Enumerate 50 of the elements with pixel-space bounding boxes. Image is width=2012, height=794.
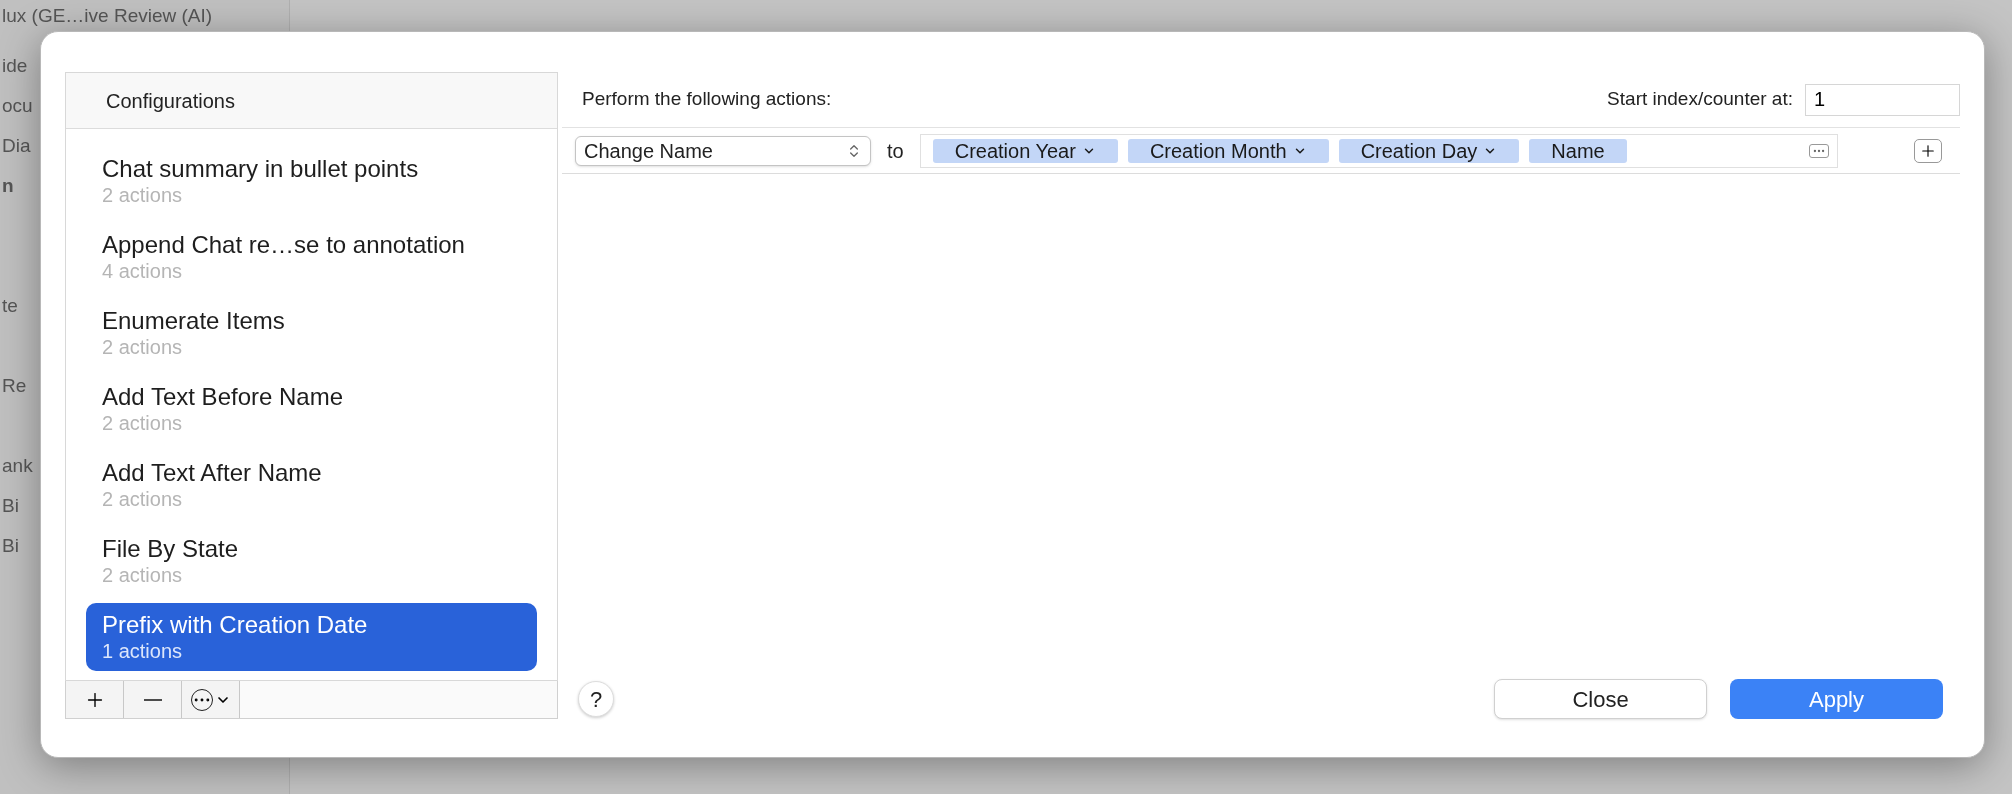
- sidebar-item-text: Re: [2, 374, 27, 398]
- configuration-item[interactable]: Append Chat re…se to annotation 4 actions: [86, 223, 537, 291]
- add-button[interactable]: [66, 681, 124, 718]
- sidebar-item-text: Bi: [2, 494, 19, 518]
- configuration-item[interactable]: Chat summary in bullet points 2 actions: [86, 147, 537, 215]
- actions-header: Perform the following actions:: [582, 87, 832, 112]
- start-index-label: Start index/counter at:: [1607, 87, 1793, 112]
- token[interactable]: Creation Year: [932, 138, 1118, 163]
- configuration-item[interactable]: File By State 2 actions: [86, 527, 537, 595]
- sidebar-item-text: n: [2, 174, 14, 198]
- sidebar-item-text: ocu: [2, 94, 33, 118]
- token[interactable]: Name: [1529, 138, 1627, 163]
- configuration-item[interactable]: Add Text After Name 2 actions: [86, 451, 537, 519]
- action-count: 2 actions: [102, 563, 184, 587]
- minus-icon: [143, 698, 162, 701]
- configuration-title: Chat summary in bullet points: [102, 155, 420, 183]
- action-count: 4 actions: [102, 259, 184, 283]
- help-button[interactable]: ?: [578, 681, 614, 717]
- sidebar-item-text: ank: [2, 454, 33, 478]
- sidebar-item-text: te: [2, 294, 18, 318]
- close-button[interactable]: Close: [1494, 679, 1707, 719]
- token[interactable]: Creation Day: [1338, 138, 1520, 163]
- action-count: 2 actions: [102, 411, 184, 435]
- configuration-title: Add Text After Name: [102, 459, 323, 487]
- sidebar-item-text: Dia: [2, 134, 31, 158]
- configuration-title: Append Chat re…se to annotation: [102, 231, 466, 259]
- sidebar-item-text: lux (GE…ive Review (AI): [2, 4, 213, 28]
- connector-text: to: [887, 138, 904, 164]
- sidebar-item-text: Bi: [2, 534, 19, 558]
- sidebar-item-text: ide: [2, 54, 28, 78]
- apply-button[interactable]: Apply: [1730, 679, 1943, 719]
- configuration-title: Enumerate Items: [102, 307, 286, 335]
- configuration-title: File By State: [102, 535, 240, 563]
- action-popup[interactable]: Change Name: [575, 135, 871, 166]
- ellipsis-icon: [1808, 143, 1829, 158]
- configuration-item[interactable]: Prefix with Creation Date 1 actions: [86, 603, 537, 671]
- configuration-item[interactable]: Enumerate Items 2 actions: [86, 299, 537, 367]
- action-count: 1 actions: [102, 639, 184, 663]
- configuration-item[interactable]: Add Text Before Name 2 actions: [86, 375, 537, 443]
- start-index-field[interactable]: 1: [1805, 83, 1960, 116]
- configurations-header: Configurations: [106, 88, 235, 114]
- configuration-title: Prefix with Creation Date: [102, 611, 369, 639]
- token[interactable]: Creation Month: [1127, 138, 1329, 163]
- add-action-button[interactable]: [1914, 138, 1942, 163]
- token-field[interactable]: Creation Year Creation Month Creation Day Name: [919, 133, 1838, 168]
- action-count: 2 actions: [102, 487, 184, 511]
- action-count: 2 actions: [102, 335, 184, 359]
- more-menu-button[interactable]: [182, 681, 240, 718]
- configuration-title: Add Text Before Name: [102, 383, 345, 411]
- action-count: 2 actions: [102, 183, 184, 207]
